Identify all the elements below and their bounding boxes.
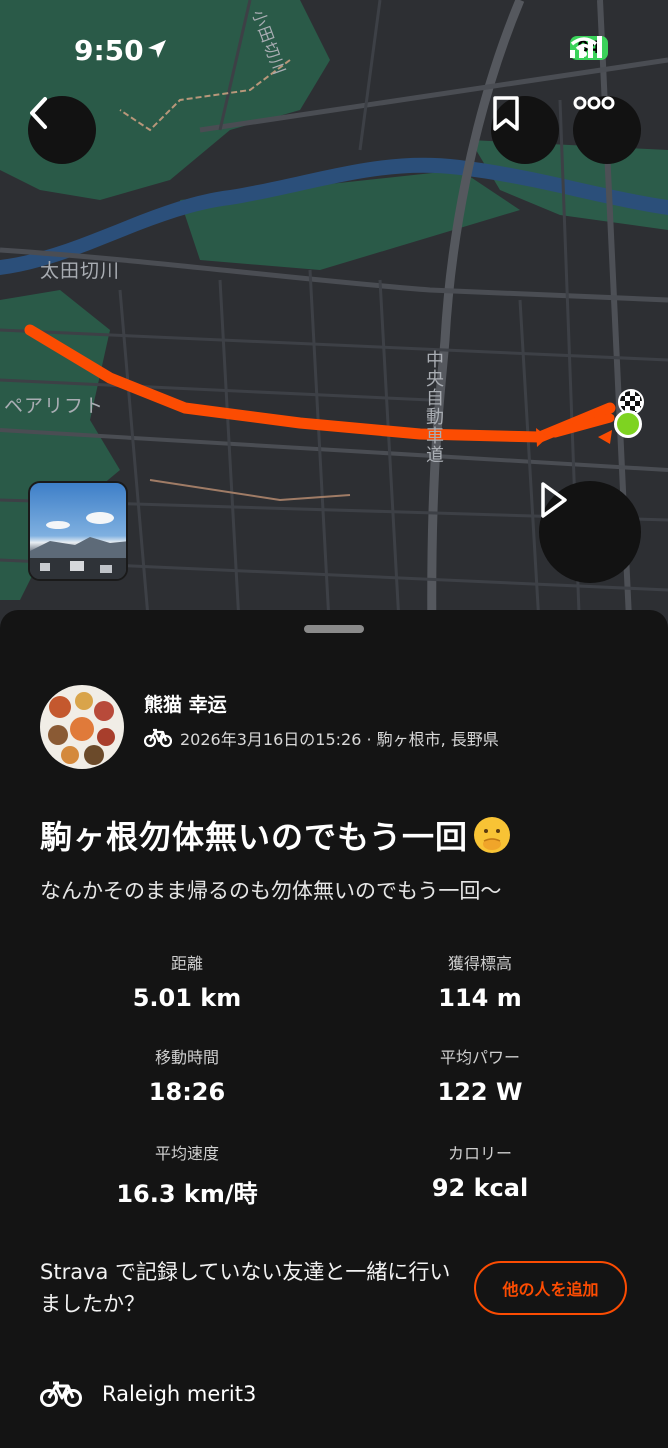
more-dots-icon xyxy=(573,96,615,110)
status-time: 9:50 xyxy=(74,34,144,67)
activity-meta: 2026年3月16日の15:26 · 駒ヶ根市, 長野県 xyxy=(144,726,499,750)
bicycle-icon xyxy=(40,1381,82,1407)
athlete-name[interactable]: 熊猫 幸运 xyxy=(144,690,227,717)
route-map[interactable]: 太田切川 小田切川 ペアリフト 中央自動車道 9:50 94 xyxy=(0,0,668,640)
start-marker-icon xyxy=(614,410,642,438)
stat-value: 16.3 km/時 xyxy=(116,1180,258,1208)
more-options-button[interactable] xyxy=(573,96,641,164)
sheet-drag-handle[interactable] xyxy=(304,625,364,633)
gear-name: Raleigh merit3 xyxy=(102,1382,257,1406)
map-label-river: 太田切川 xyxy=(40,260,121,282)
stat-label: 平均パワー xyxy=(439,1048,520,1067)
status-indicators: 94 xyxy=(570,36,608,60)
gear-row[interactable]: Raleigh merit3 xyxy=(40,1380,256,1408)
chevron-left-icon xyxy=(30,97,47,129)
stat-label: 平均速度 xyxy=(154,1144,219,1163)
play-icon xyxy=(541,482,567,518)
location-arrow-icon xyxy=(148,40,166,58)
activity-title-text: 駒ヶ根勿体無いのでもう一回 xyxy=(40,818,469,856)
photo-landscape-icon xyxy=(30,512,126,579)
stat-label: 距離 xyxy=(170,954,203,973)
map-label-highway: 中央自動車道 xyxy=(423,350,444,464)
stat-value: 114 m xyxy=(438,984,522,1012)
stat-calories: カロリー 92 kcal xyxy=(330,1140,630,1202)
stat-label: 移動時間 xyxy=(154,1048,219,1067)
map-label-place: ペアリフト xyxy=(4,395,105,417)
stat-average-speed: 平均速度 16.3 km/時 xyxy=(37,1140,337,1209)
stat-elevation-gain: 獲得標高 114 m xyxy=(330,950,630,1012)
stat-average-power: 平均パワー 122 W xyxy=(330,1044,630,1106)
add-friends-prompt: Strava で記録していない友達と一緒に行いましたか？ xyxy=(40,1260,451,1316)
hand-over-mouth-emoji-icon xyxy=(474,817,511,853)
avatar-food-photo-icon xyxy=(48,692,115,765)
activity-detail-sheet: 熊猫 幸运 2026年3月16日の15:26 · 駒ヶ根市, 長野県 駒ヶ根勿体… xyxy=(0,610,668,1448)
add-others-button[interactable]: 他の人を追加 xyxy=(474,1261,627,1315)
flyover-play-button[interactable] xyxy=(539,481,641,583)
bicycle-icon xyxy=(144,728,172,748)
avatar[interactable] xyxy=(40,685,124,769)
wifi-icon xyxy=(571,37,598,57)
stat-label: カロリー xyxy=(447,1144,512,1163)
stat-value: 5.01 km xyxy=(132,984,242,1012)
stat-label: 獲得標高 xyxy=(447,954,512,973)
bookmark-icon xyxy=(493,96,519,131)
stat-distance: 距離 5.01 km xyxy=(37,950,337,1012)
bookmark-button[interactable] xyxy=(491,96,559,164)
stat-value: 18:26 xyxy=(148,1078,226,1106)
activity-photo-thumbnail[interactable] xyxy=(28,481,128,581)
stat-moving-time: 移動時間 18:26 xyxy=(37,1044,337,1106)
activity-datetime-location: 2026年3月16日の15:26 · 駒ヶ根市, 長野県 xyxy=(180,730,499,749)
back-button[interactable] xyxy=(28,96,96,164)
activity-title: 駒ヶ根勿体無いのでもう一回 xyxy=(40,812,511,858)
activity-description: なんかそのまま帰るのも勿体無いのでもう一回〜 xyxy=(40,879,502,903)
stat-value: 92 kcal xyxy=(431,1174,529,1202)
stat-value: 122 W xyxy=(437,1078,523,1106)
